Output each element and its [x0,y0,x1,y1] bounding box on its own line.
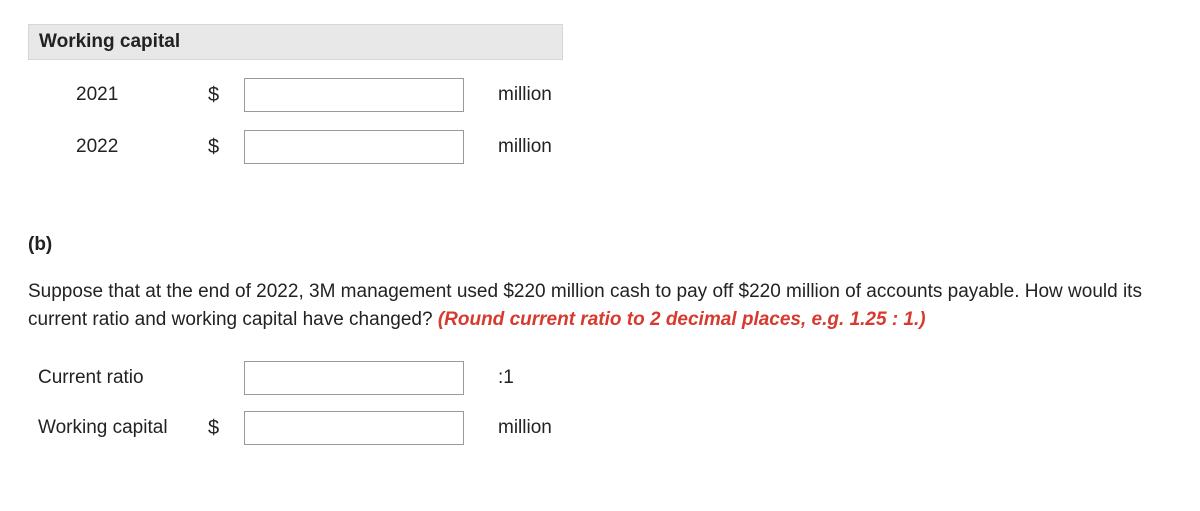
unit-label: million [464,136,552,158]
ratio-suffix: :1 [464,367,514,389]
currency-symbol: $ [208,417,244,440]
part-b-label: (b) [28,234,1172,256]
working-capital-2022-input[interactable] [244,130,464,164]
section-header-working-capital: Working capital [28,24,563,60]
row-2021: 2021 $ million [28,78,1172,112]
year-label: 2022 [28,136,208,158]
unit-label: million [464,84,552,106]
row-working-capital-b: Working capital $ million [28,411,1172,445]
working-capital-2021-input[interactable] [244,78,464,112]
unit-label: million [464,417,552,439]
rounding-hint: (Round current ratio to 2 decimal places… [438,309,926,330]
current-ratio-input[interactable] [244,361,464,395]
current-ratio-label: Current ratio [28,367,208,389]
working-capital-label: Working capital [28,417,208,439]
currency-symbol: $ [208,84,244,107]
question-paragraph: Suppose that at the end of 2022, 3M mana… [28,278,1172,333]
row-2022: 2022 $ million [28,130,1172,164]
working-capital-b-input[interactable] [244,411,464,445]
currency-symbol: $ [208,136,244,159]
year-label: 2021 [28,84,208,106]
row-current-ratio: Current ratio :1 [28,361,1172,395]
